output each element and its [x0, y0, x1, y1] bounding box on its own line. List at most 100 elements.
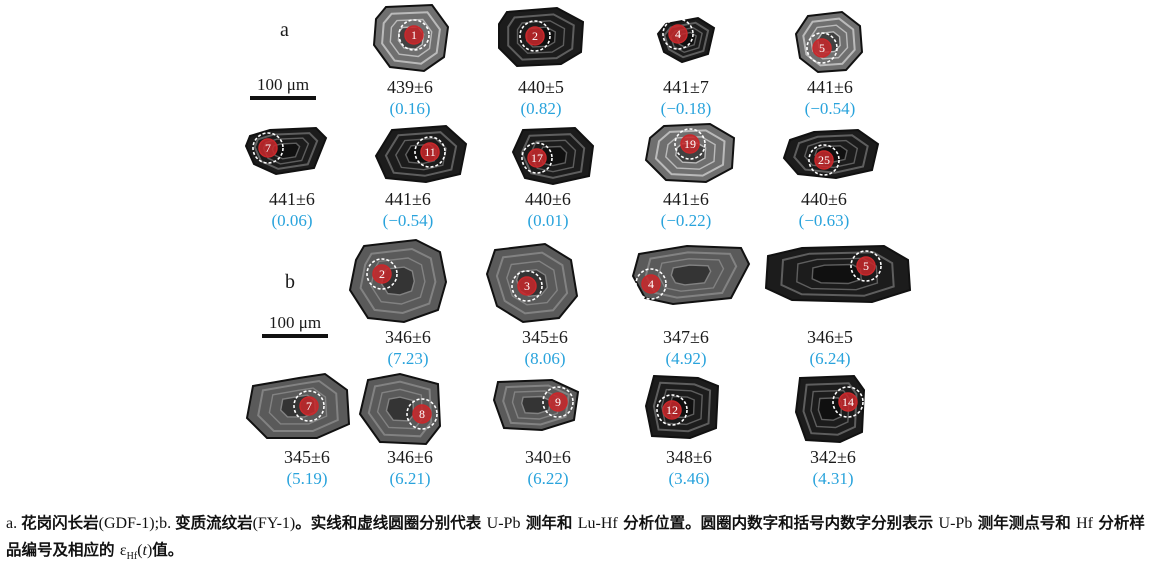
upb-age: 347±6 — [663, 327, 709, 347]
spot-number: 2 — [532, 29, 538, 43]
caption-part: U-Pb — [486, 515, 521, 532]
upb-age: 441±6 — [807, 77, 853, 97]
caption-part: 分析位置。圆圈内数字和括号内数字分别表示 — [617, 514, 939, 532]
zircon-grain-image: 5 — [794, 10, 864, 74]
zircon-grain-shape: 4 — [656, 16, 716, 64]
ehf-value: (−0.63) — [798, 211, 850, 230]
grain-label: 345±6 (5.19) — [247, 446, 367, 490]
zircon-grain-shape: 2 — [348, 238, 448, 324]
zircon-grain-shape: 9 — [492, 378, 580, 432]
spot-number: 2 — [379, 267, 385, 281]
upb-age: 439±6 — [387, 77, 433, 97]
caption-part: 变质流纹岩 — [175, 514, 253, 532]
spot-number: 5 — [863, 259, 869, 273]
zircon-grain-image: 7 — [245, 372, 351, 439]
zircon-grain-image: 2 — [497, 6, 585, 68]
spot-number: 4 — [675, 27, 681, 41]
caption-part: (GDF-1) — [98, 515, 155, 532]
grain-label: 348±6 (3.46) — [629, 446, 749, 490]
spot-number: 8 — [419, 407, 425, 421]
ehf-value: (5.19) — [286, 469, 328, 488]
ehf-value: (0.82) — [520, 99, 562, 118]
grain-label: 345±6 (8.06) — [485, 326, 605, 370]
spot-number: 1 — [411, 28, 417, 42]
caption-part: 测年测点号和 — [972, 514, 1077, 532]
upb-age: 346±5 — [807, 327, 853, 347]
grain-label: 441±6 (−0.22) — [626, 188, 746, 232]
zircon-grain-shape: 11 — [374, 124, 468, 184]
upb-age: 441±6 — [663, 189, 709, 209]
ehf-value: (−0.54) — [382, 211, 434, 230]
caption-part: 测年和 — [520, 514, 578, 532]
zircon-grain-shape: 3 — [485, 242, 579, 324]
oscillatory-zoning — [385, 396, 415, 422]
zircon-grain-shape: 19 — [644, 122, 736, 184]
spot-number: 9 — [555, 395, 561, 409]
grain-label: 440±5 (0.82) — [481, 76, 601, 120]
grain-label: 440±6 (−0.63) — [764, 188, 884, 232]
zircon-grain-image: 14 — [794, 374, 866, 444]
oscillatory-zoning — [670, 264, 712, 286]
grain-label: 346±6 (6.21) — [350, 446, 470, 490]
grain-label: 346±6 (7.23) — [348, 326, 468, 370]
zircon-grain-image: 12 — [644, 374, 720, 440]
caption-part: Lu-Hf — [577, 515, 618, 532]
zircon-grain-image: 9 — [492, 378, 580, 432]
ehf-value: (6.24) — [809, 349, 851, 368]
spot-number: 7 — [306, 399, 312, 413]
figure-caption: a. 花岗闪长岩(GDF-1);b. 变质流纹岩(FY-1)。实线和虚线圆圈分别… — [6, 510, 1151, 570]
upb-age: 346±6 — [385, 327, 431, 347]
zircon-grain-shape: 2 — [498, 6, 585, 68]
grain-label: 342±6 (4.31) — [773, 446, 893, 490]
upb-age: 441±7 — [663, 77, 709, 97]
caption-part: 值。 — [152, 541, 184, 559]
caption-part: (FY-1) — [252, 515, 296, 532]
spot-number: 19 — [684, 137, 696, 151]
upb-age: 348±6 — [666, 447, 712, 467]
grain-label: 441±6 (−0.54) — [348, 188, 468, 232]
scale-line — [262, 334, 328, 338]
scale-bar-b: 100 μm — [250, 314, 340, 338]
ehf-value: (−0.22) — [660, 211, 712, 230]
zircon-grain-image: 25 — [782, 128, 880, 180]
upb-age: 441±6 — [269, 189, 315, 209]
grain-label: 441±6 (0.06) — [232, 188, 352, 232]
ehf-value: (0.16) — [389, 99, 431, 118]
upb-age: 440±5 — [518, 77, 564, 97]
caption-part: Hf — [1076, 515, 1093, 532]
ehf-value: (8.06) — [524, 349, 566, 368]
upb-age: 340±6 — [525, 447, 571, 467]
scale-label: 100 μm — [256, 75, 310, 94]
caption-part: Hf — [126, 551, 138, 563]
caption-part: 花岗闪长岩 — [21, 514, 99, 532]
scale-label: 100 μm — [268, 313, 322, 332]
zircon-grain-shape: 8 — [358, 372, 442, 446]
spot-number: 14 — [842, 395, 854, 409]
upb-age: 441±6 — [385, 189, 431, 209]
scale-line — [250, 96, 316, 100]
zircon-grain-shape: 25 — [782, 128, 880, 180]
ehf-value: (−0.54) — [804, 99, 856, 118]
zircon-grain-image: 19 — [644, 122, 736, 184]
oscillatory-zoning — [811, 263, 862, 285]
zircon-grain-image: 3 — [485, 242, 579, 324]
upb-age: 346±6 — [387, 447, 433, 467]
grain-label: 340±6 (6.22) — [488, 446, 608, 490]
zircon-grain-image: 5 — [762, 244, 912, 304]
zircon-grain-shape: 5 — [764, 244, 912, 304]
oscillatory-zoning — [817, 397, 843, 421]
spot-number: 5 — [819, 41, 825, 55]
zircon-grain-shape: 17 — [511, 126, 595, 186]
spot-number: 12 — [666, 403, 678, 417]
ehf-value: (0.06) — [271, 211, 313, 230]
zircon-grain-shape: 14 — [794, 374, 866, 444]
grain-label: 440±6 (0.01) — [488, 188, 608, 232]
zircon-grain-image: 8 — [358, 372, 442, 446]
ehf-value: (3.46) — [668, 469, 710, 488]
ehf-value: (−0.18) — [660, 99, 712, 118]
zircon-grain-image: 4 — [631, 244, 751, 306]
spot-number: 7 — [265, 141, 271, 155]
grain-label: 347±6 (4.92) — [626, 326, 746, 370]
zircon-grain-image: 7 — [244, 126, 328, 176]
upb-age: 342±6 — [810, 447, 856, 467]
